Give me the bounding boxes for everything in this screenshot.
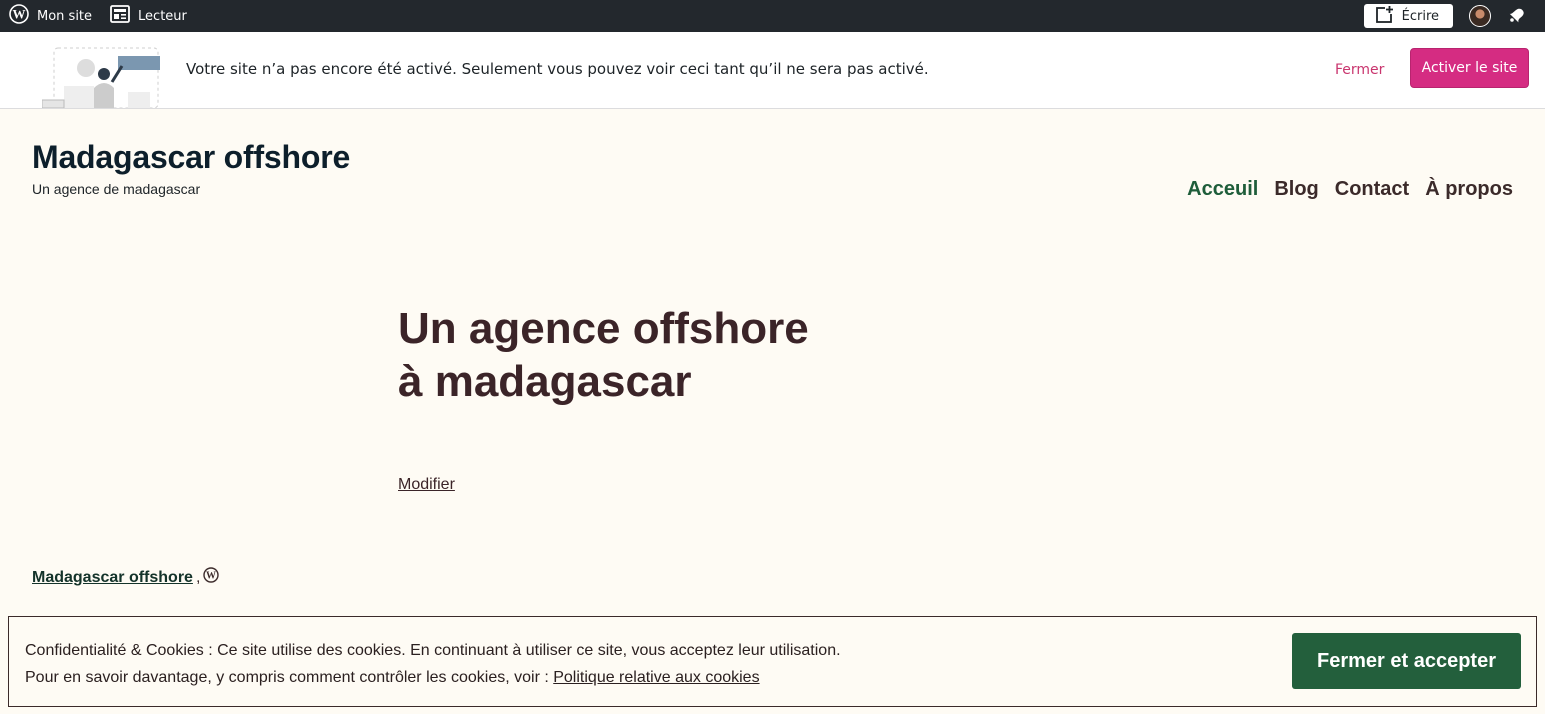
accept-cookies-button[interactable]: Fermer et accepter (1292, 633, 1521, 689)
site-footer: Madagascar offshore , W (32, 567, 220, 588)
cookie-text: Confidentialité & Cookies : Ce site util… (25, 637, 841, 691)
admin-bar: W Mon site Lecteur Écrire (0, 0, 1545, 32)
nav-item-blog[interactable]: Blog (1274, 178, 1318, 201)
page-heading-line-2: à madagascar (398, 357, 692, 406)
nav-item-a-propos[interactable]: À propos (1425, 178, 1513, 201)
cookie-line-1: Confidentialité & Cookies : Ce site util… (25, 642, 841, 659)
admin-bar-right: Écrire (1363, 0, 1527, 32)
notice-message: Votre site n’a pas encore été activé. Se… (186, 60, 929, 78)
page-heading-line-1: Un agence offshore (398, 304, 809, 353)
svg-text:W: W (13, 7, 26, 22)
avatar[interactable] (1469, 5, 1491, 27)
notice-close-link[interactable]: Fermer (1335, 62, 1384, 78)
reader-label: Lecteur (138, 8, 187, 24)
nav-item-acceuil[interactable]: Acceuil (1187, 178, 1258, 201)
activate-site-button[interactable]: Activer le site (1410, 48, 1529, 88)
my-site-label: Mon site (37, 8, 93, 24)
site-description: Un agence de madagascar (32, 181, 201, 197)
nav-item-contact[interactable]: Contact (1335, 178, 1409, 201)
footer-separator: , (195, 568, 201, 586)
page-heading: Un agence offshore à madagascar (398, 302, 918, 408)
admin-bar-left: W Mon site Lecteur (9, 0, 187, 32)
footer-site-link[interactable]: Madagascar offshore (32, 569, 193, 587)
wordpress-icon: W (9, 4, 29, 28)
primary-navigation: Acceuil Blog Contact À propos (1187, 178, 1513, 201)
reader-icon (110, 5, 130, 27)
write-button[interactable]: Écrire (1363, 4, 1453, 28)
reader-menu[interactable]: Lecteur (110, 0, 187, 32)
cookie-banner: Confidentialité & Cookies : Ce site util… (8, 616, 1537, 707)
write-label: Écrire (1401, 8, 1439, 24)
site-title[interactable]: Madagascar offshore (32, 139, 350, 176)
notifications-bell-icon[interactable] (1507, 4, 1527, 28)
cookie-policy-link[interactable]: Politique relative aux cookies (553, 669, 759, 686)
cookie-line-2: Pour en savoir davantage, y compris comm… (25, 669, 554, 686)
edit-link[interactable]: Modifier (398, 476, 455, 494)
activation-notice: Votre site n’a pas encore été activé. Se… (0, 32, 1545, 109)
write-icon (1375, 5, 1394, 27)
svg-text:W: W (206, 571, 216, 582)
notice-illustration (41, 46, 162, 109)
my-site-menu[interactable]: W Mon site (9, 0, 92, 32)
wordpress-footer-icon[interactable]: W (203, 567, 220, 588)
